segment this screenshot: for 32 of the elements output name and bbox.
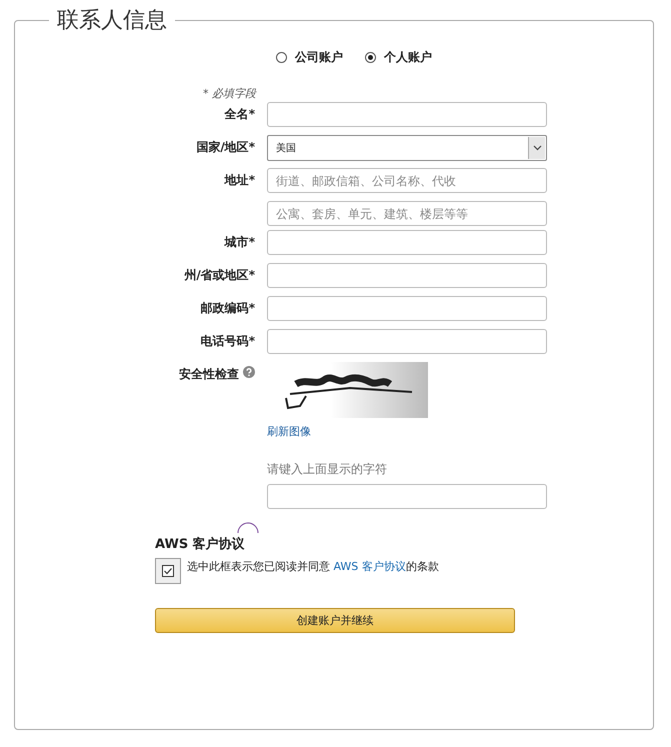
input-field[interactable] <box>267 296 547 321</box>
input-field[interactable] <box>267 230 547 255</box>
field-label: 全名* <box>224 107 255 121</box>
input-field[interactable] <box>267 263 547 288</box>
captcha-input[interactable] <box>267 484 547 509</box>
input-field[interactable]: 公寓、套房、单元、建筑、楼层等等 <box>267 201 547 226</box>
country-select[interactable]: 美国 <box>267 135 547 161</box>
agreement-text: 选中此框表示您已阅读并同意 AWS 客户协议的条款 <box>187 559 439 574</box>
create-account-button[interactable]: 创建账户并继续 <box>155 608 515 633</box>
refresh-image-link[interactable]: 刷新图像 <box>267 424 311 439</box>
account-type-radio[interactable]: 个人账户 <box>365 49 432 66</box>
required-note: * 必填字段 <box>203 86 258 102</box>
input-field[interactable] <box>267 329 547 354</box>
field-label: 地址* <box>224 173 255 187</box>
captcha-prompt: 请键入上面显示的字符 <box>267 461 387 478</box>
caret-icon <box>532 145 542 151</box>
agreement-link[interactable]: AWS 客户协议 <box>334 560 406 573</box>
section-title: 联系人信息 <box>56 7 168 35</box>
checkmark-icon <box>162 565 174 577</box>
agreement-title: AWS 客户协议 <box>155 536 246 553</box>
agreement-checkbox[interactable] <box>155 558 181 584</box>
field-label: 州/省或地区* <box>184 268 255 282</box>
field-label: 安全性检查 <box>179 366 239 383</box>
field-label: 电话号码* <box>200 334 255 348</box>
spinner-icon <box>237 522 259 534</box>
account-type-radio[interactable]: 公司账户 <box>276 49 343 66</box>
input-field[interactable] <box>267 102 547 127</box>
field-label: 国家/地区* <box>196 140 255 154</box>
help-icon <box>243 366 255 378</box>
field-label: 城市* <box>224 235 255 249</box>
field-label: 邮政编码* <box>200 301 255 315</box>
input-field[interactable]: 街道、邮政信箱、公司名称、代收 <box>267 168 547 193</box>
